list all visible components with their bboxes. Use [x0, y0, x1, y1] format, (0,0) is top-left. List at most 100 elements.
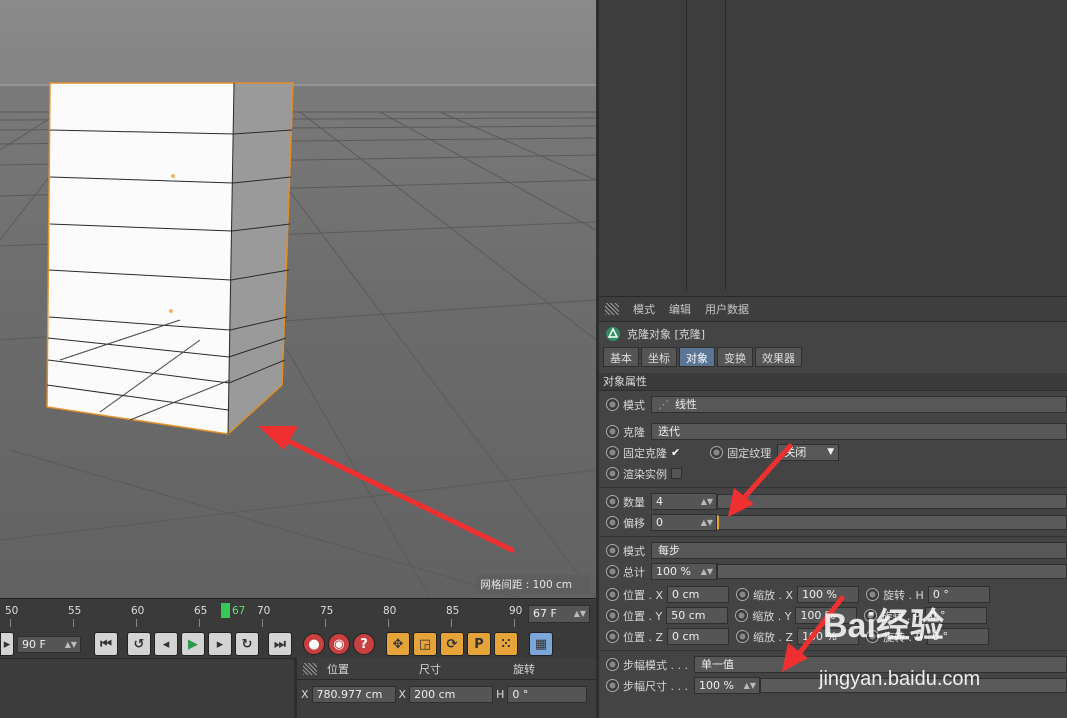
pos-x-input[interactable]: 0 cm — [667, 586, 730, 603]
tick-label: 80 — [383, 605, 397, 617]
next-key-icon[interactable]: ↻ — [235, 632, 259, 656]
stepper-icon: ▲▼ — [700, 497, 713, 506]
mode-row: 模式 ⋰ 线性 — [599, 394, 1067, 415]
timeline-ruler[interactable]: 50 55 60 65 67 70 75 80 85 90 67 F ▲▼ — [0, 598, 596, 630]
watermark-brand: Bai经验 — [823, 607, 944, 645]
mode-dropdown[interactable]: ⋰ 线性 — [651, 396, 1067, 413]
offset-anim-radio[interactable] — [606, 516, 619, 529]
render-instance-label: 渲染实例 — [623, 467, 667, 481]
keyframe-selection-icon[interactable]: ? — [353, 633, 375, 655]
pos-x-label: 位置 . X — [623, 588, 664, 602]
panel-grip-icon[interactable] — [605, 303, 619, 315]
play-small-icon[interactable]: ▸ — [0, 632, 14, 656]
prev-key-icon[interactable]: ↺ — [127, 632, 151, 656]
3d-viewport[interactable]: 网格间距 : 100 cm — [0, 0, 596, 598]
pos-y-anim-radio[interactable] — [606, 609, 619, 622]
play-forward-icon[interactable]: ▶ — [181, 632, 205, 656]
auto-key-icon[interactable]: ◉ — [328, 633, 350, 655]
step-size-anim-radio[interactable] — [606, 679, 619, 692]
coord-rot-h-input[interactable]: 0 ° — [507, 685, 588, 703]
total-input[interactable]: 100 % ▲▼ — [651, 563, 717, 580]
mode2-dropdown[interactable]: 每步 — [651, 542, 1067, 559]
total-slider[interactable] — [717, 564, 1067, 579]
timeline-window-icon[interactable]: ▦ — [529, 632, 553, 656]
fix-clone-row: 固定克隆 ✔ 固定纹理 关闭 ▼ — [599, 442, 1067, 463]
tick-mark — [388, 619, 389, 627]
menu-user-data[interactable]: 用户数据 — [705, 301, 749, 317]
tab-coord[interactable]: 坐标 — [641, 347, 677, 367]
menu-edit[interactable]: 编辑 — [669, 301, 691, 317]
tab-effectors[interactable]: 效果器 — [755, 347, 802, 367]
step-size-input[interactable]: 100 % ▲▼ — [693, 677, 760, 694]
watermark-url: jingyan.baidu.com — [819, 668, 981, 690]
prev-frame-icon[interactable]: ◂ — [154, 632, 178, 656]
rotate-key-icon[interactable]: ⟳ — [440, 632, 464, 656]
playhead[interactable] — [221, 603, 230, 618]
go-to-start-icon[interactable]: ⏮ — [94, 632, 118, 656]
tick-mark — [451, 619, 452, 627]
tab-basic[interactable]: 基本 — [603, 347, 639, 367]
pos-x-anim-radio[interactable] — [606, 588, 619, 601]
mode-anim-radio[interactable] — [606, 398, 619, 411]
step-mode-anim-radio[interactable] — [606, 658, 619, 671]
scale-key-icon[interactable]: ◲ — [413, 632, 437, 656]
go-to-end-icon[interactable]: ⏭ — [268, 632, 292, 656]
count-value: 4 — [656, 495, 663, 508]
mode-label: 模式 — [623, 398, 645, 412]
scale-x-anim-radio[interactable] — [736, 588, 750, 601]
material-manager[interactable] — [0, 658, 294, 718]
pos-z-anim-radio[interactable] — [606, 630, 619, 643]
linear-mode-icon: ⋰ — [658, 398, 669, 411]
count-anim-radio[interactable] — [606, 495, 619, 508]
param-key-icon[interactable]: P — [467, 632, 491, 656]
grid-spacing-label: 网格间距 : 100 cm — [476, 575, 590, 594]
count-label: 数量 — [623, 495, 645, 509]
stepper-icon: ▲▼ — [573, 609, 586, 618]
tick-mark — [199, 619, 200, 627]
current-frame-input[interactable]: 90 F ▲▼ — [17, 635, 81, 653]
coord-size-x-input[interactable]: 200 cm — [409, 685, 494, 703]
offset-slider[interactable] — [717, 515, 1067, 530]
baidu-watermark: Bai经验 jingyan.baidu.com — [815, 598, 1065, 698]
count-input[interactable]: 4 ▲▼ — [651, 493, 717, 510]
fix-clone-anim-radio[interactable] — [606, 446, 619, 459]
fix-texture-anim-radio[interactable] — [710, 446, 724, 459]
current-frame-label: 67 — [232, 605, 246, 617]
scale-z-anim-radio[interactable] — [736, 630, 750, 643]
move-key-icon[interactable]: ✥ — [386, 632, 410, 656]
clone-anim-radio[interactable] — [606, 425, 619, 438]
pos-y-input[interactable]: 50 cm — [666, 607, 729, 624]
tick-label: 75 — [320, 605, 334, 617]
tab-transform[interactable]: 变换 — [717, 347, 753, 367]
render-instance-checkbox[interactable] — [671, 468, 682, 479]
scale-y-anim-radio[interactable] — [735, 609, 749, 622]
menu-mode[interactable]: 模式 — [633, 301, 655, 317]
point-level-icon[interactable]: ⁙ — [494, 632, 518, 656]
header-rotation: 旋转 — [513, 662, 535, 676]
clone-dropdown[interactable]: 迭代 — [651, 423, 1067, 440]
count-slider[interactable] — [717, 494, 1067, 509]
section-object-properties: 对象属性 — [599, 373, 1067, 391]
pos-y-label: 位置 . Y — [623, 609, 663, 623]
tab-object[interactable]: 对象 — [679, 347, 715, 367]
coordinate-header: 位置 尺寸 旋转 — [297, 658, 596, 680]
render-instance-row: 渲染实例 — [599, 463, 1067, 484]
offset-value: 0 — [656, 516, 663, 529]
end-frame-value: 67 F — [533, 607, 557, 620]
offset-label: 偏移 — [623, 516, 645, 530]
fix-clone-checkbox[interactable]: ✔ — [671, 446, 680, 459]
fix-texture-dropdown[interactable]: 关闭 ▼ — [777, 444, 840, 461]
coord-pos-x-input[interactable]: 780.977 cm — [311, 685, 396, 703]
total-anim-radio[interactable] — [606, 565, 619, 578]
panel-grip-icon[interactable] — [303, 662, 317, 675]
scale-z-label: 缩放 . Z — [753, 630, 794, 644]
end-frame-input[interactable]: 67 F ▲▼ — [528, 605, 590, 623]
next-frame-icon[interactable]: ▸ — [208, 632, 232, 656]
record-keys-icon[interactable]: ● — [303, 633, 325, 655]
tick-mark — [325, 619, 326, 627]
pos-z-input[interactable]: 0 cm — [667, 628, 730, 645]
offset-input[interactable]: 0 ▲▼ — [651, 514, 717, 531]
object-manager-panel[interactable] — [596, 0, 1067, 296]
mode2-anim-radio[interactable] — [606, 544, 619, 557]
render-instance-anim-radio[interactable] — [606, 467, 619, 480]
